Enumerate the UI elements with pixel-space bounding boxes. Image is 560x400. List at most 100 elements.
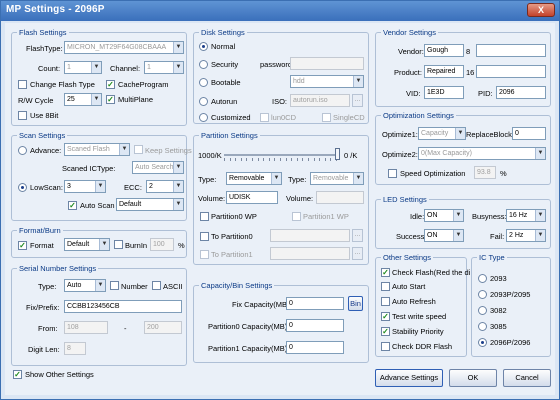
count-select[interactable]: 1 ▼ (64, 61, 102, 74)
partition0-wp-checkbox[interactable] (200, 212, 209, 221)
vendor-extra-input[interactable] (476, 44, 546, 57)
product-input[interactable]: Repaired (424, 65, 464, 78)
fail-select[interactable]: 2 Hz ▼ (506, 229, 546, 242)
speed-optimization-checkbox[interactable] (388, 169, 397, 178)
busyness-select[interactable]: 16 Hz ▼ (506, 209, 546, 222)
lowscan-radio[interactable] (18, 183, 27, 192)
advance-settings-button[interactable]: Advance Settings (375, 369, 443, 387)
partition-slider-handle[interactable] (335, 148, 340, 160)
speed-optimization-input[interactable]: 93.8 (474, 166, 496, 179)
partition1-wp-checkbox[interactable] (292, 212, 301, 221)
to-partition1-browse-button[interactable]: ... (352, 247, 363, 260)
multiplane-checkbox[interactable]: ✓ (106, 95, 115, 104)
ecc-label: ECC: (124, 183, 142, 192)
ok-button[interactable]: OK (449, 369, 497, 387)
digit-len-input[interactable]: 8 (64, 342, 86, 355)
fix-prefix-input[interactable]: CCBB123456CB (64, 300, 182, 313)
to-input[interactable]: 200 (144, 321, 182, 334)
ic-2093p-2095-radio[interactable] (478, 290, 487, 299)
format-checkbox[interactable]: ✓ (18, 241, 27, 250)
partition0-type-select[interactable]: Removable ▼ (226, 172, 282, 185)
ic-2093-radio[interactable] (478, 274, 487, 283)
ic-3085-radio[interactable] (478, 322, 487, 331)
partition0-capacity-input[interactable]: 0 (286, 319, 344, 332)
format-select[interactable]: Default ▼ (64, 238, 110, 251)
number-checkbox[interactable] (110, 281, 119, 290)
iso-input[interactable]: autorun.iso (290, 94, 350, 107)
burnin-checkbox[interactable] (114, 240, 123, 249)
partition-settings-legend: Partition Settings (199, 131, 260, 140)
advance-select[interactable]: Scaned Flash ▼ (64, 143, 130, 156)
from-input[interactable]: 108 (64, 321, 108, 334)
test-write-speed-checkbox[interactable]: ✓ (381, 312, 390, 321)
idle-select[interactable]: ON ▼ (424, 209, 464, 222)
auto-refresh-checkbox[interactable] (381, 297, 390, 306)
lowscan-select[interactable]: 3 ▼ (64, 180, 106, 193)
vendor-input[interactable]: Gough (424, 44, 464, 57)
auto-start-label: Auto Start (392, 282, 426, 291)
cancel-button[interactable]: Cancel (503, 369, 551, 387)
bootable-select[interactable]: hdd ▼ (290, 75, 364, 88)
keep-settings-checkbox[interactable] (134, 145, 143, 154)
ic-2096p-2096-radio[interactable] (478, 338, 487, 347)
partition1-capacity-label: Partition1 Capacity(MB): (208, 344, 290, 353)
auto-start-checkbox[interactable] (381, 282, 390, 291)
chevron-down-icon: ▼ (353, 173, 363, 184)
check-ddr-flash-checkbox[interactable] (381, 342, 390, 351)
bootable-radio[interactable] (199, 78, 208, 87)
optimize2-select[interactable]: 0(Max Capacity) ▼ (418, 147, 546, 160)
customized-radio[interactable] (199, 113, 208, 122)
pid-input[interactable]: 2096 (496, 86, 546, 99)
rw-cycle-select[interactable]: 25 ▼ (64, 93, 102, 106)
stability-priority-checkbox[interactable]: ✓ (381, 327, 390, 336)
to-partition1-checkbox[interactable] (200, 250, 209, 259)
chevron-down-icon: ▼ (535, 210, 545, 221)
scaned-ictype-select[interactable]: Auto Search ▼ (132, 161, 184, 174)
partition0-capacity-label: Partition0 Capacity(MB): (208, 322, 290, 331)
use-8bit-checkbox[interactable] (18, 111, 27, 120)
singlecd-checkbox[interactable] (322, 113, 331, 122)
auto-scan-checkbox[interactable]: ✓ (68, 201, 77, 210)
to-partition0-checkbox[interactable] (200, 232, 209, 241)
password-input[interactable] (290, 57, 364, 70)
close-button[interactable]: X (527, 3, 555, 17)
bin-button[interactable]: Bin (348, 296, 363, 311)
to-partition0-browse-button[interactable]: ... (352, 229, 363, 242)
replace-block-input[interactable]: 0 (512, 127, 546, 140)
ic-3082-radio[interactable] (478, 306, 487, 315)
iso-browse-button[interactable]: ... (352, 94, 363, 107)
optimize1-select[interactable]: Capacity ▼ (418, 127, 466, 140)
product-length: 16 (466, 68, 475, 77)
change-flash-type-checkbox[interactable] (18, 80, 27, 89)
auto-scan-select[interactable]: Default ▼ (116, 198, 184, 211)
advance-radio[interactable] (18, 146, 27, 155)
ecc-select[interactable]: 2 ▼ (146, 180, 184, 193)
check-flash-label: Check Flash(Red the di (392, 268, 471, 277)
vid-input[interactable]: 1E3D (424, 86, 464, 99)
to-partition1-input[interactable] (270, 247, 350, 260)
normal-radio[interactable] (199, 42, 208, 51)
to-partition0-input[interactable] (270, 229, 350, 242)
product-extra-input[interactable] (476, 65, 546, 78)
security-radio[interactable] (199, 60, 208, 69)
lun0cd-checkbox[interactable] (260, 113, 269, 122)
ic-2093-label: 2093 (490, 274, 507, 283)
partition1-capacity-input[interactable]: 0 (286, 341, 344, 354)
stability-priority-label: Stability Priority (392, 327, 444, 336)
show-other-settings-checkbox[interactable]: ✓ (13, 370, 22, 379)
format-burn-group: Format/Burn ✓ Format Default ▼ BurnIn 100… (11, 226, 187, 258)
check-flash-checkbox[interactable]: ✓ (381, 268, 390, 277)
channel-select[interactable]: 1 ▼ (144, 61, 184, 74)
partition1-type-select[interactable]: Removable ▼ (310, 172, 364, 185)
partition1-volume-input[interactable] (316, 191, 364, 204)
burnin-input[interactable]: 100 (150, 238, 174, 251)
cacheprogram-checkbox[interactable]: ✓ (106, 80, 115, 89)
ic-3082-label: 3082 (490, 306, 507, 315)
partition0-volume-input[interactable]: UDISK (226, 191, 278, 204)
autorun-radio[interactable] (199, 97, 208, 106)
ascii-checkbox[interactable] (152, 281, 161, 290)
serial-type-select[interactable]: Auto ▼ (64, 279, 106, 292)
flashtype-select[interactable]: MICRON_MT29F64G08CBAAA ▼ (64, 41, 184, 54)
success-select[interactable]: ON ▼ (424, 229, 464, 242)
fix-capacity-input[interactable]: 0 (286, 297, 344, 310)
